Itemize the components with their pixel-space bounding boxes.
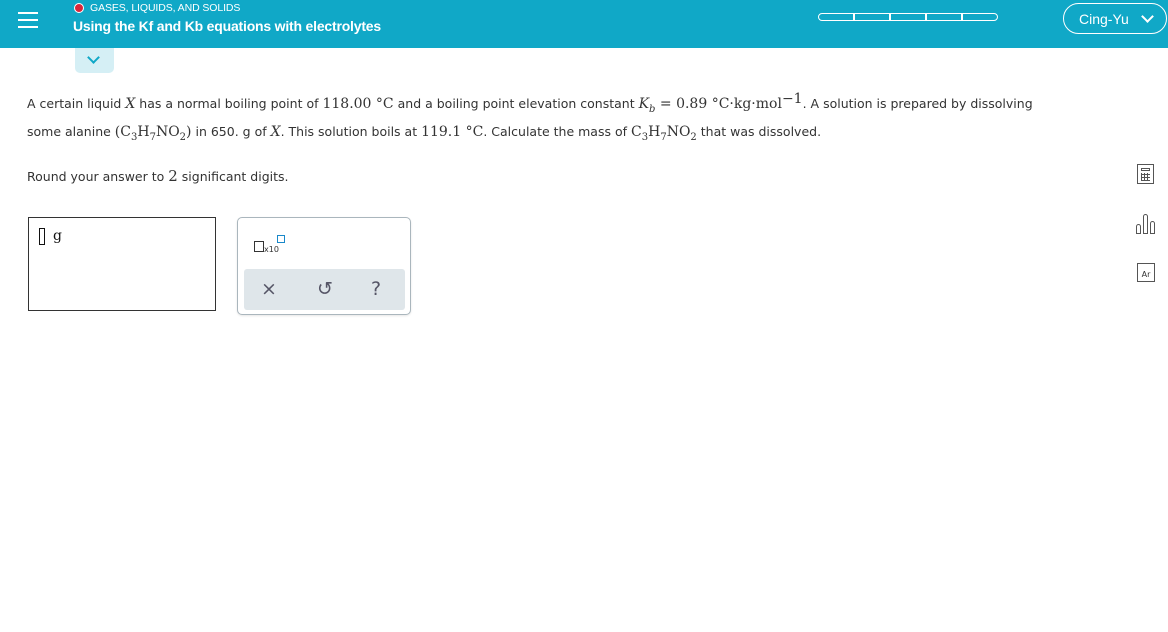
progress-segment (926, 13, 962, 21)
clear-button[interactable]: × (261, 278, 277, 300)
data-chart-icon[interactable] (1133, 210, 1159, 236)
chevron-down-icon (1140, 10, 1154, 23)
variable-x: X (125, 96, 136, 112)
top-bar: GASES, LIQUIDS, AND SOLIDS Using the Kf … (0, 0, 1168, 48)
input-placeholder-box (39, 228, 45, 245)
progress-segment (854, 13, 890, 21)
kb-value: = 0.89 (655, 96, 708, 112)
periodic-table-icon[interactable]: Ar (1133, 261, 1159, 287)
progress-bar (818, 13, 998, 23)
math-tool-panel: x10 × ↺ ? (237, 217, 411, 315)
progress-segment (890, 13, 926, 21)
help-button[interactable]: ? (371, 278, 381, 300)
tool-actions: × ↺ ? (244, 269, 405, 310)
base-box-icon (254, 241, 264, 252)
topic-line: GASES, LIQUIDS, AND SOLIDS (74, 2, 240, 14)
boiling-point-value: 118.00 (322, 96, 372, 112)
undo-button[interactable]: ↺ (317, 278, 333, 300)
progress-segment (962, 13, 998, 21)
user-name: Cing-Yu (1079, 10, 1129, 27)
solvent-mass: 650. g (210, 124, 251, 139)
exponent-box-icon (277, 235, 285, 243)
formula-alanine: C3H7NO2 (631, 124, 697, 143)
scientific-notation-button[interactable]: x10 (254, 235, 286, 255)
chevron-down-icon (87, 51, 100, 64)
answer-input[interactable]: g (28, 217, 216, 311)
status-dot-icon (74, 3, 84, 13)
page-title: Using the Kf and Kb equations with elect… (73, 18, 381, 34)
problem-line-2: some alanine (C3H7NO2) in 650. g of X. T… (27, 124, 822, 143)
calculator-icon[interactable] (1133, 162, 1159, 188)
formula-alanine: (C3H7NO2) (114, 124, 192, 143)
user-menu-button[interactable]: Cing-Yu (1063, 3, 1167, 34)
rounding-instruction: Round your answer to 2 significant digit… (27, 167, 289, 185)
topic-label: GASES, LIQUIDS, AND SOLIDS (90, 2, 241, 14)
expand-toggle-button[interactable] (75, 48, 114, 73)
solution-boiling-point: 119.1 (421, 124, 462, 140)
menu-icon[interactable] (0, 0, 52, 48)
answer-unit: g (53, 228, 62, 244)
progress-segment (818, 13, 854, 21)
problem-line-1: A certain liquid X has a normal boiling … (27, 90, 1033, 115)
